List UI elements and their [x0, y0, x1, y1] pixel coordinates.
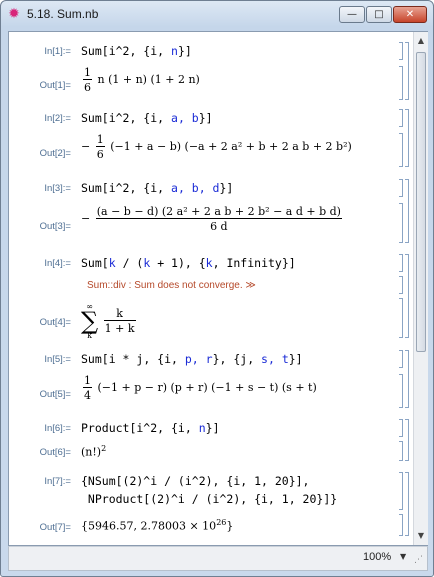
out-label: Out[3]= [39, 221, 71, 232]
window-title: 5.18. Sum.nb [27, 7, 99, 21]
in-label: In[5]:= [44, 354, 71, 365]
in-label: In[7]:= [44, 476, 71, 487]
output-expression: 16 n (1 + n) (1 + 2 n) [83, 66, 200, 94]
close-button[interactable]: ✕ [393, 6, 427, 23]
output-cell-bracket[interactable] [399, 374, 403, 408]
message-cell-bracket[interactable] [399, 276, 403, 294]
out-label: Out[1]= [39, 80, 71, 91]
group-cell-bracket[interactable] [405, 179, 409, 243]
group-cell-bracket[interactable] [405, 254, 409, 338]
cell-group-6[interactable]: In[6]:= Product[i^2, {i, n}] Out[6]= (n!… [9, 417, 413, 465]
input-cell-bracket[interactable] [399, 472, 403, 510]
output-expression: − 16 (−1 + a − b) (−a + 2 a² + b + 2 a b… [81, 133, 352, 161]
input-cell-bracket[interactable] [399, 179, 403, 197]
out-label: Out[7]= [39, 522, 71, 533]
output-expression: ∞ ∑ k k1 + k [81, 302, 136, 340]
out-label: Out[5]= [39, 389, 71, 400]
group-cell-bracket[interactable] [405, 419, 409, 461]
minimize-button[interactable]: — [339, 6, 365, 23]
output-cell-bracket[interactable] [399, 514, 403, 536]
notebook-window: ✹ 5.18. Sum.nb — □ ✕ In[1]:= Sum[i^2, {i… [0, 0, 434, 577]
cell-group-7[interactable]: In[7]:= {NSum[(2)^i / (i^2), {i, 1, 20}]… [9, 470, 413, 542]
input-code[interactable]: Product[i^2, {i, n}] [81, 421, 220, 435]
notebook-content[interactable]: In[1]:= Sum[i^2, {i, n}] Out[1]= 16 n (1… [8, 31, 428, 546]
zoom-level[interactable]: 100% [363, 551, 391, 563]
title-bar[interactable]: ✹ 5.18. Sum.nb — □ ✕ [1, 1, 433, 29]
cell-group-2[interactable]: In[2]:= Sum[i^2, {i, a, b}] Out[2]= − 16… [9, 107, 413, 169]
zoom-dropdown-icon[interactable]: ▼ [400, 552, 406, 561]
input-code[interactable]: Sum[i * j, {i, p, r}, {j, s, t}] [81, 352, 303, 366]
scroll-thumb[interactable] [416, 52, 426, 352]
output-cell-bracket[interactable] [399, 203, 403, 243]
output-cell-bracket[interactable] [399, 133, 403, 167]
out-label: Out[2]= [39, 148, 71, 159]
group-cell-bracket[interactable] [405, 472, 409, 536]
input-cell-bracket[interactable] [399, 350, 403, 368]
warning-message[interactable]: Sum::div : Sum does not converge. ≫ [87, 280, 256, 291]
resize-grip-icon[interactable]: ⋰ [414, 555, 423, 565]
output-expression: {5946.57, 2.78003 × 1026} [81, 518, 234, 533]
input-cell-bracket[interactable] [399, 254, 403, 272]
output-cell-bracket[interactable] [399, 66, 403, 100]
out-label: Out[4]= [39, 317, 71, 328]
scroll-up-icon[interactable]: ▲ [414, 34, 428, 48]
cell-group-1[interactable]: In[1]:= Sum[i^2, {i, n}] Out[1]= 16 n (1… [9, 40, 413, 100]
group-cell-bracket[interactable] [405, 350, 409, 408]
input-code[interactable]: Sum[k / (k + 1), {k, Infinity}] [81, 256, 296, 270]
input-cell-bracket[interactable] [399, 109, 403, 127]
in-label: In[6]:= [44, 423, 71, 434]
status-bar: 100% ▼ ⋰ [8, 546, 428, 571]
input-code[interactable]: Sum[i^2, {i, n}] [81, 44, 192, 58]
cell-group-3[interactable]: In[3]:= Sum[i^2, {i, a, b, d}] Out[3]= −… [9, 177, 413, 247]
output-cell-bracket[interactable] [399, 298, 403, 338]
in-label: In[4]:= [44, 258, 71, 269]
in-label: In[2]:= [44, 113, 71, 124]
group-cell-bracket[interactable] [405, 42, 409, 100]
group-cell-bracket[interactable] [405, 109, 409, 167]
input-cell-bracket[interactable] [399, 42, 403, 60]
output-cell-bracket[interactable] [399, 441, 403, 461]
input-code-line-2[interactable]: NProduct[(2)^i / (i^2), {i, 1, 20}]} [81, 492, 337, 506]
input-code[interactable]: Sum[i^2, {i, a, b, d}] [81, 181, 233, 195]
scroll-down-icon[interactable]: ▼ [414, 529, 428, 543]
input-code-line-1[interactable]: {NSum[(2)^i / (i^2), {i, 1, 20}], [81, 474, 309, 488]
cell-group-5[interactable]: In[5]:= Sum[i * j, {i, p, r}, {j, s, t}]… [9, 348, 413, 412]
mathematica-star-icon: ✹ [8, 6, 20, 22]
cell-group-4[interactable]: In[4]:= Sum[k / (k + 1), {k, Infinity}] … [9, 252, 413, 342]
maximize-button[interactable]: □ [366, 6, 392, 23]
output-expression: (n!)2 [81, 444, 107, 459]
input-cell-bracket[interactable] [399, 419, 403, 437]
vertical-scrollbar[interactable]: ▲ ▼ [413, 32, 428, 545]
out-label: Out[6]= [39, 447, 71, 458]
in-label: In[3]:= [44, 183, 71, 194]
output-expression: 14 (−1 + p − r) (p + r) (−1 + s − t) (s … [83, 374, 317, 402]
in-label: In[1]:= [44, 46, 71, 57]
input-code[interactable]: Sum[i^2, {i, a, b}] [81, 111, 213, 125]
output-expression: − (a − b − d) (2 a² + 2 a b + 2 b² − a d… [81, 205, 342, 233]
